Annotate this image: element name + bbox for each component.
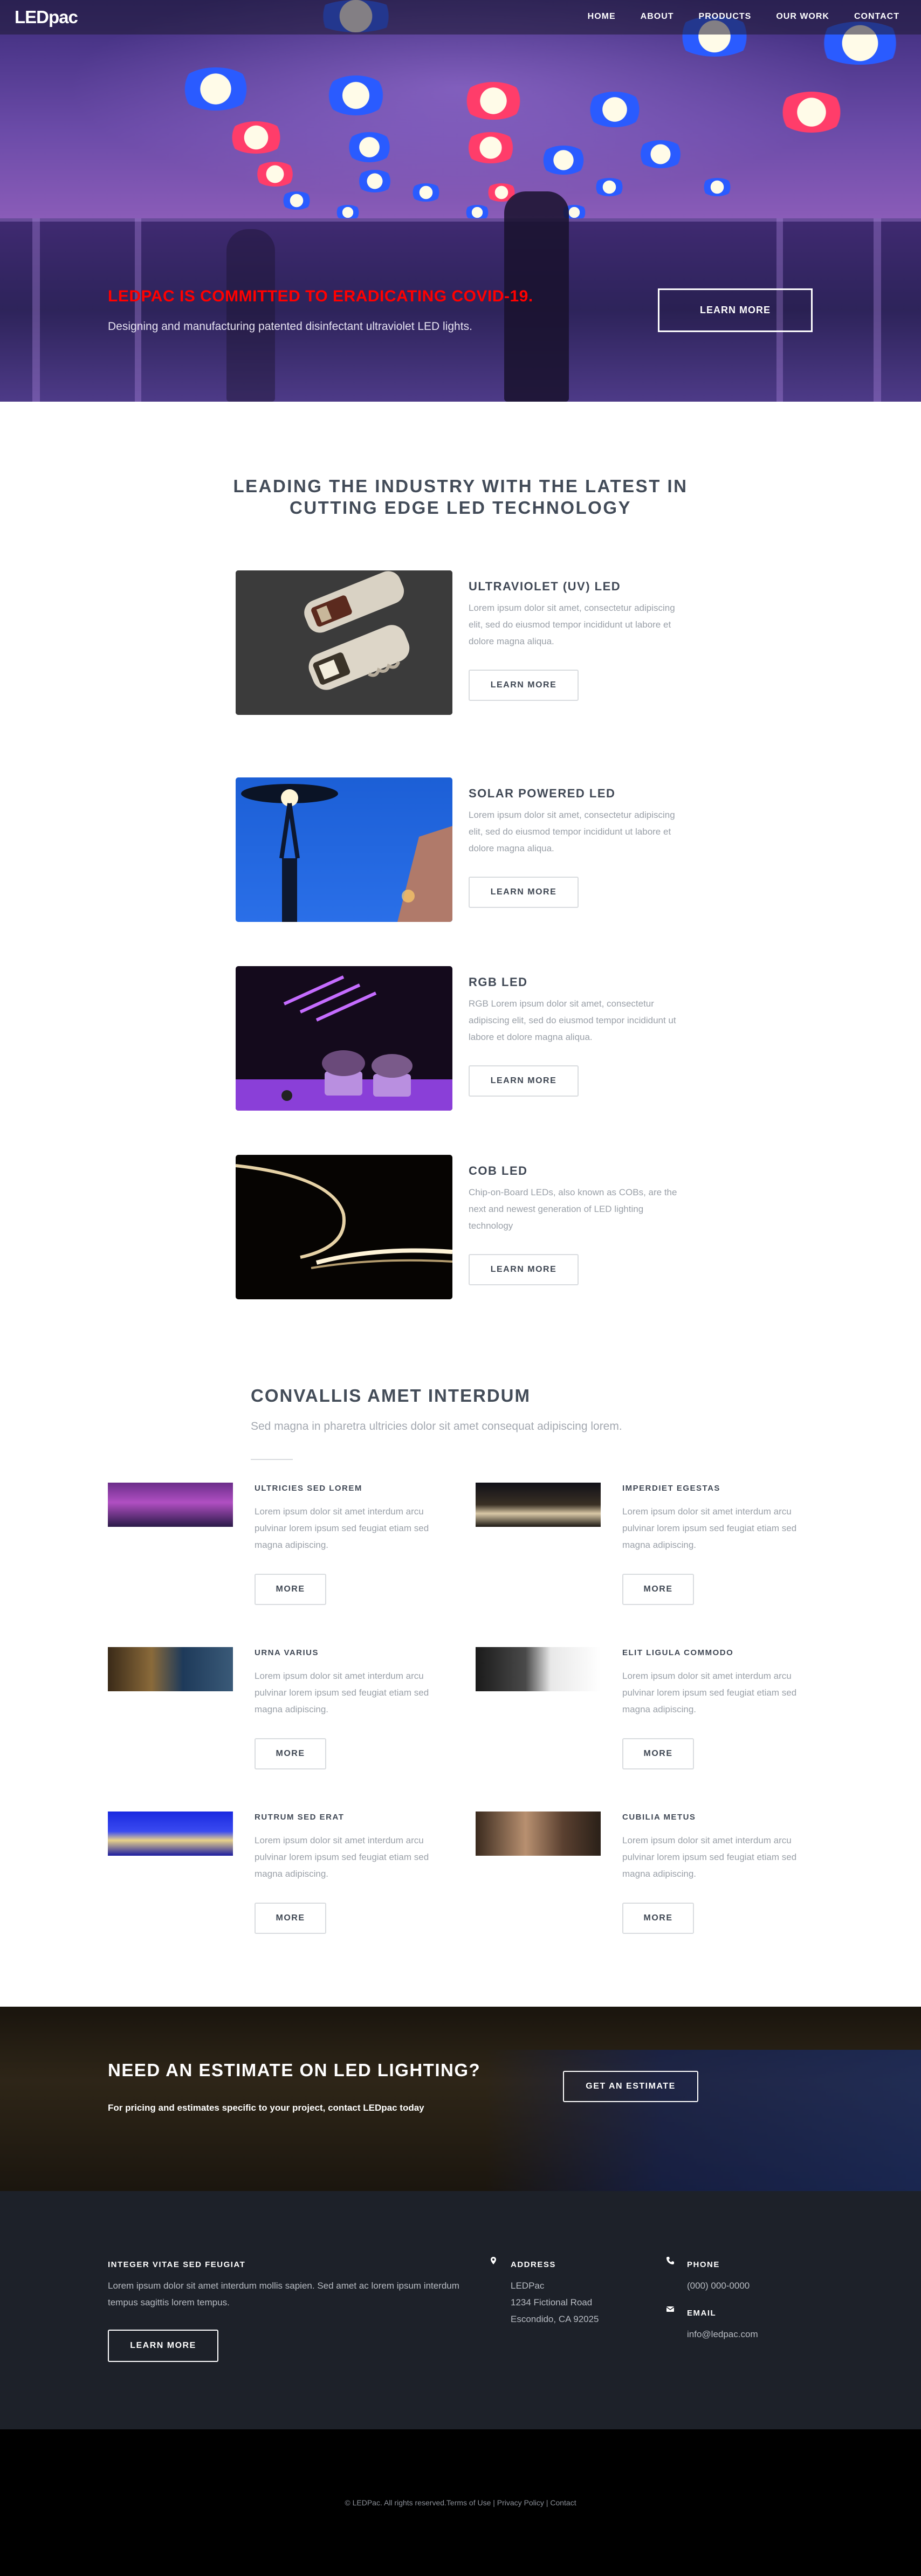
feature-more-button[interactable]: MORE [255,1738,326,1769]
feature-title: CUBILIA METUS [622,1813,696,1822]
feature-description: Lorem ipsum dolor sit amet interdum arcu… [622,1835,797,1879]
feature-item: URNA VARIUS Lorem ipsum dolor sit amet i… [108,1647,453,1793]
product-item-solar: SOLAR POWERED LED Lorem ipsum dolor sit … [236,777,689,923]
product-learn-more-button[interactable]: LEARN MORE [469,877,579,908]
product-item-uv: ULTRAVIOLET (UV) LED Lorem ipsum dolor s… [236,570,689,716]
hero-headline: LEDPAC IS COMMITTED TO ERADICATING COVID… [108,287,533,305]
features-section-title: CONVALLIS AMET INTERDUM [251,1386,531,1406]
envelope-icon [666,2306,675,2312]
feature-title: RUTRUM SED ERAT [255,1813,345,1822]
product-item-cob: COB LED Chip-on-Board LEDs, also known a… [236,1155,689,1300]
phone-icon [666,2257,674,2264]
feature-description: Lorem ipsum dolor sit amet interdum arcu… [255,1506,429,1550]
feature-title: ULTRICIES SED LOREM [255,1484,362,1493]
product-description: Lorem ipsum dolor sit amet, consectetur … [469,603,675,646]
feature-description: Lorem ipsum dolor sit amet interdum arcu… [622,1671,797,1714]
feature-item: IMPERDIET EGESTAS Lorem ipsum dolor sit … [476,1483,821,1628]
feature-title: ELIT LIGULA COMMODO [622,1648,734,1657]
nav-our-work[interactable]: OUR WORK [776,12,829,22]
nav-products[interactable]: PRODUCTS [699,12,752,22]
product-title: ULTRAVIOLET (UV) LED [469,580,621,593]
feature-title: URNA VARIUS [255,1648,319,1657]
product-learn-more-button[interactable]: LEARN MORE [469,1065,579,1097]
feature-image [108,1647,233,1691]
feature-description: Lorem ipsum dolor sit amet interdum arcu… [622,1506,797,1550]
footer-address-line: LEDPac [511,2281,545,2291]
copyright-text: © LEDPac. All rights reserved.Terms of U… [345,2498,576,2507]
footer: INTEGER VITAE SED FEUGIAT Lorem ipsum do… [0,2191,921,2429]
footer-address-title: ADDRESS [511,2260,556,2269]
footer-email[interactable]: info@ledpac.com [687,2326,758,2343]
feature-image [108,1812,233,1856]
top-navbar: LEDpac HOME ABOUT PRODUCTS OUR WORK CONT… [0,0,921,35]
footer-about-text: Lorem ipsum dolor sit amet interdum moll… [108,2281,459,2308]
product-description: Chip-on-Board LEDs, also known as COBs, … [469,1187,677,1231]
feature-image [476,1483,601,1527]
product-description: Lorem ipsum dolor sit amet, consectetur … [469,810,675,853]
nav-about[interactable]: ABOUT [641,12,674,22]
footer-address-line: 1234 Fictional Road [511,2297,593,2308]
map-pin-icon [491,2257,496,2264]
hero-learn-more-button[interactable]: LEARN MORE [658,288,813,332]
nav-contact[interactable]: CONTACT [854,12,899,22]
products-section-title: LEADING THE INDUSTRY WITH THE LATEST IN … [233,476,688,518]
feature-item: CUBILIA METUS Lorem ipsum dolor sit amet… [476,1812,821,1957]
feature-description: Lorem ipsum dolor sit amet interdum arcu… [255,1671,429,1714]
cta-title: NEED AN ESTIMATE ON LED LIGHTING? [108,2060,481,2080]
nav-home[interactable]: HOME [588,12,616,22]
product-learn-more-button[interactable]: LEARN MORE [469,1254,579,1285]
feature-more-button[interactable]: MORE [255,1574,326,1605]
get-estimate-button[interactable]: GET AN ESTIMATE [563,2071,698,2102]
product-title: RGB LED [469,975,528,989]
feature-more-button[interactable]: MORE [255,1903,326,1934]
features-section-subtitle: Sed magna in pharetra ultricies dolor si… [251,1420,622,1432]
hero-subtext: Designing and manufacturing patented dis… [108,320,472,333]
footer-address-line: Escondido, CA 92025 [511,2314,599,2324]
product-item-rgb: RGB LED RGB Lorem ipsum dolor sit amet, … [236,966,689,1112]
feature-item: ULTRICIES SED LOREM Lorem ipsum dolor si… [108,1483,453,1628]
footer-email-title: EMAIL [687,2309,717,2318]
feature-item: RUTRUM SED ERAT Lorem ipsum dolor sit am… [108,1812,453,1957]
cob-led-image [236,1155,452,1299]
product-title: COB LED [469,1164,528,1177]
main-nav: HOME ABOUT PRODUCTS OUR WORK CONTACT [563,12,899,22]
solar-led-image [236,777,452,922]
feature-more-button[interactable]: MORE [622,1738,694,1769]
feature-image [476,1647,601,1691]
feature-more-button[interactable]: MORE [622,1574,694,1605]
feature-image [476,1812,601,1856]
footer-learn-more-button[interactable]: LEARN MORE [108,2330,218,2362]
logo[interactable]: LEDpac [15,7,78,27]
rgb-led-image [236,966,452,1111]
section-divider [251,1459,293,1460]
footer-about-title: INTEGER VITAE SED FEUGIAT [108,2260,246,2269]
feature-image [108,1483,233,1527]
estimate-banner: NEED AN ESTIMATE ON LED LIGHTING? For pr… [0,2007,921,2191]
footer-phone[interactable]: (000) 000-0000 [687,2277,750,2294]
product-description: RGB Lorem ipsum dolor sit amet, consecte… [469,998,676,1042]
cta-subtext: For pricing and estimates specific to yo… [108,2103,424,2113]
hero-banner: LEDpac HOME ABOUT PRODUCTS OUR WORK CONT… [0,0,921,402]
feature-description: Lorem ipsum dolor sit amet interdum arcu… [255,1835,429,1879]
feature-title: IMPERDIET EGESTAS [622,1484,720,1493]
product-title: SOLAR POWERED LED [469,787,616,800]
footer-phone-title: PHONE [687,2260,720,2269]
feature-item: ELIT LIGULA COMMODO Lorem ipsum dolor si… [476,1647,821,1793]
bottom-bar: © LEDPac. All rights reserved.Terms of U… [0,2429,921,2576]
product-learn-more-button[interactable]: LEARN MORE [469,670,579,701]
feature-more-button[interactable]: MORE [622,1903,694,1934]
uv-led-image [236,570,452,715]
